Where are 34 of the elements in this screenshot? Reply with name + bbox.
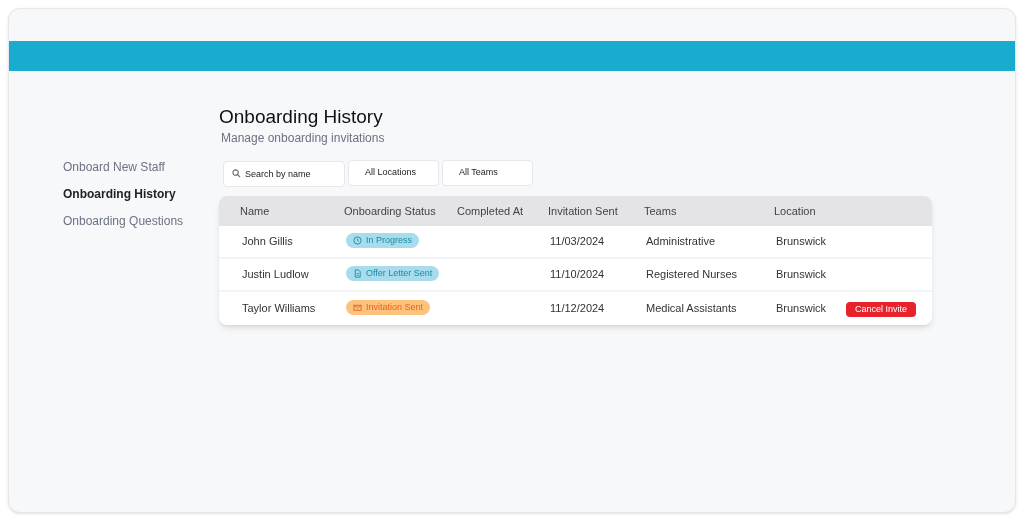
search-icon [232,169,241,178]
filter-dropdown[interactable]: All Locations [348,160,439,186]
table-cell: Brunswick [776,268,827,281]
table-cell: Brunswick [776,302,827,315]
table-cell: Taylor Williams [242,302,316,315]
column-header: Location [774,204,816,217]
page-subtitle: Manage onboarding invitations [221,130,386,147]
table-cell: John Gillis [242,235,293,248]
table-cell: Medical Assistants [646,302,737,315]
table-cell: Administrative [646,235,716,248]
sidebar-item[interactable]: Onboarding Questions [63,212,219,230]
document-icon [353,269,362,279]
sidebar-item[interactable]: Onboard New Staff [63,158,219,176]
status-badge: Invitation Sent [346,300,431,316]
column-header: Teams [644,204,677,217]
page-title: Onboarding History [219,105,384,129]
table-cell: Registered Nurses [646,268,738,281]
table-cell: Justin Ludlow [242,268,309,281]
filter-dropdown[interactable]: All Teams [442,160,533,186]
table-cell: 11/12/2024 [550,302,605,315]
sidebar-item[interactable]: Onboarding History [63,185,219,203]
column-header: Name [240,204,270,217]
status-badge: Offer Letter Sent [346,266,440,282]
search-field[interactable]: Search by name [223,161,345,187]
table-cell: Brunswick [776,235,827,248]
status-badge: In Progress [346,233,420,249]
table-cell: 11/03/2024 [550,235,605,248]
column-header: Invitation Sent [548,204,618,217]
column-header: Completed At [457,204,524,217]
envelope-icon [353,303,362,313]
column-header: Onboarding Status [344,204,436,217]
table-cell: 11/10/2024 [550,268,605,281]
cancel-invite-button[interactable]: Cancel Invite [846,302,916,318]
clock-icon [353,236,362,246]
